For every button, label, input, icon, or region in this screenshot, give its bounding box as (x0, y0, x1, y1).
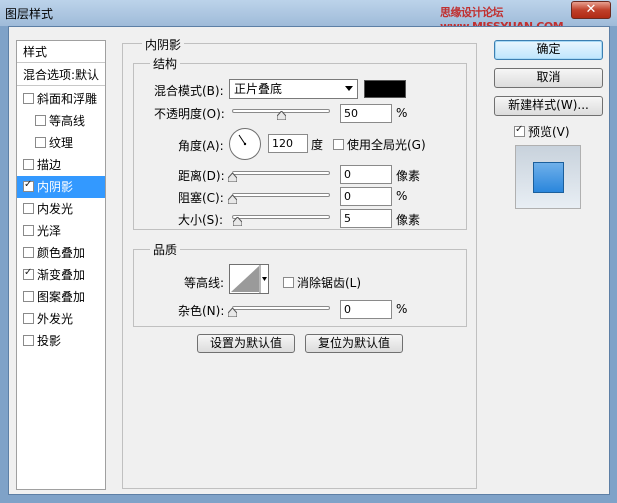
stroke-checkbox[interactable] (23, 159, 34, 170)
choke-slider[interactable] (232, 193, 330, 197)
contour-picker[interactable] (229, 264, 269, 294)
style-item-outer-glow[interactable]: 外发光 (17, 308, 105, 330)
preview-label: 预览(V) (528, 125, 570, 139)
style-item-color-overlay[interactable]: 颜色叠加 (17, 242, 105, 264)
blend-mode-dropdown[interactable]: 正片叠底 (229, 79, 358, 99)
size-unit: 像素 (396, 213, 421, 227)
noise-slider[interactable] (232, 306, 330, 310)
preview-toggle[interactable]: 预览(V) (514, 123, 570, 140)
satin-checkbox[interactable] (23, 225, 34, 236)
size-slider-thumb[interactable] (233, 217, 242, 226)
structure-title: 结构 (150, 55, 181, 72)
global-light-checkbox[interactable] (333, 139, 344, 150)
title-bar[interactable]: 图层样式 思缘设计论坛 www.MISSYUAN.COM ✕ (0, 0, 617, 33)
preview-checkbox[interactable] (514, 123, 525, 137)
inner-glow-checkbox[interactable] (23, 203, 34, 214)
angle-input[interactable]: 120 (268, 134, 308, 153)
style-item-gradient-overlay[interactable]: 渐变叠加 (17, 264, 105, 286)
distance-input[interactable]: 0 (340, 165, 392, 184)
contour-curve-icon (231, 265, 267, 293)
drop-shadow-checkbox[interactable] (23, 335, 34, 346)
angle-dial[interactable] (229, 128, 261, 160)
cancel-button[interactable]: 取消 (494, 68, 603, 88)
style-item-texture[interactable]: 纹理 (17, 132, 105, 154)
noise-input[interactable]: 0 (340, 300, 392, 319)
style-list-header[interactable]: 样式 (17, 41, 105, 63)
style-preview (515, 145, 581, 209)
style-item-bevel-emboss[interactable]: 斜面和浮雕 (17, 88, 105, 110)
distance-slider-thumb[interactable] (228, 173, 237, 182)
window-title: 图层样式 (5, 7, 54, 21)
close-button[interactable]: ✕ (571, 1, 611, 19)
ok-button[interactable]: 确定 (494, 40, 603, 60)
choke-slider-thumb[interactable] (228, 195, 237, 204)
style-item-drop-shadow[interactable]: 投影 (17, 330, 105, 352)
style-item-inner-glow[interactable]: 内发光 (17, 198, 105, 220)
choke-label: 阻塞(C): (178, 191, 224, 205)
distance-unit: 像素 (396, 169, 421, 183)
style-item-pattern-overlay[interactable]: 图案叠加 (17, 286, 105, 308)
blend-mode-value: 正片叠底 (234, 82, 283, 96)
bevel-emboss-checkbox[interactable] (23, 93, 34, 104)
blend-options-default[interactable]: 混合选项:默认 (17, 64, 105, 86)
choke-input[interactable]: 0 (340, 187, 392, 206)
inner-shadow-title: 内阴影 (142, 36, 185, 53)
set-as-default-button[interactable]: 设置为默认值 (197, 334, 295, 353)
outer-glow-checkbox[interactable] (23, 313, 34, 324)
anti-alias-label: 消除锯齿(L) (297, 276, 362, 290)
angle-label: 角度(A): (178, 139, 224, 153)
preview-swatch (533, 162, 564, 193)
style-list: 样式 混合选项:默认 斜面和浮雕 等高线 纹理 描边 内阴影 内发光 光泽 颜色… (16, 40, 106, 490)
new-style-button[interactable]: 新建样式(W)... (494, 96, 603, 116)
opacity-label: 不透明度(O): (154, 107, 225, 121)
noise-label: 杂色(N): (178, 304, 225, 318)
pattern-overlay-checkbox[interactable] (23, 291, 34, 302)
blend-mode-label: 混合模式(B): (154, 84, 224, 98)
size-label: 大小(S): (178, 213, 224, 227)
angle-dial-needle-icon (238, 134, 247, 146)
choke-unit: % (396, 189, 408, 203)
anti-alias-checkbox[interactable] (283, 277, 294, 288)
dialog-body: 样式 混合选项:默认 斜面和浮雕 等高线 纹理 描边 内阴影 内发光 光泽 颜色… (8, 26, 610, 495)
texture-checkbox[interactable] (35, 137, 46, 148)
chevron-down-icon (345, 86, 353, 91)
opacity-slider-thumb[interactable] (277, 111, 286, 120)
reset-to-default-button[interactable]: 复位为默认值 (305, 334, 403, 353)
noise-unit: % (396, 302, 408, 316)
distance-slider[interactable] (232, 171, 330, 175)
opacity-unit: % (396, 106, 408, 120)
opacity-input[interactable]: 50 (340, 104, 392, 123)
size-slider[interactable] (232, 215, 330, 219)
inner-shadow-checkbox[interactable] (23, 178, 34, 192)
color-overlay-checkbox[interactable] (23, 247, 34, 258)
distance-label: 距离(D): (178, 169, 225, 183)
size-input[interactable]: 5 (340, 209, 392, 228)
anti-alias-toggle[interactable]: 消除锯齿(L) (283, 274, 361, 291)
angle-unit: 度 (311, 138, 324, 152)
style-item-inner-shadow[interactable]: 内阴影 (17, 176, 105, 198)
global-light-toggle[interactable]: 使用全局光(G) (333, 136, 426, 153)
contour-label: 等高线: (184, 276, 225, 290)
style-item-contour[interactable]: 等高线 (17, 110, 105, 132)
gradient-overlay-checkbox[interactable] (23, 266, 34, 280)
contour-checkbox[interactable] (35, 115, 46, 126)
quality-title: 品质 (150, 241, 181, 258)
shadow-color-swatch[interactable] (364, 80, 406, 98)
noise-slider-thumb[interactable] (228, 308, 237, 317)
style-item-satin[interactable]: 光泽 (17, 220, 105, 242)
style-item-stroke[interactable]: 描边 (17, 154, 105, 176)
global-light-label: 使用全局光(G) (347, 138, 426, 152)
